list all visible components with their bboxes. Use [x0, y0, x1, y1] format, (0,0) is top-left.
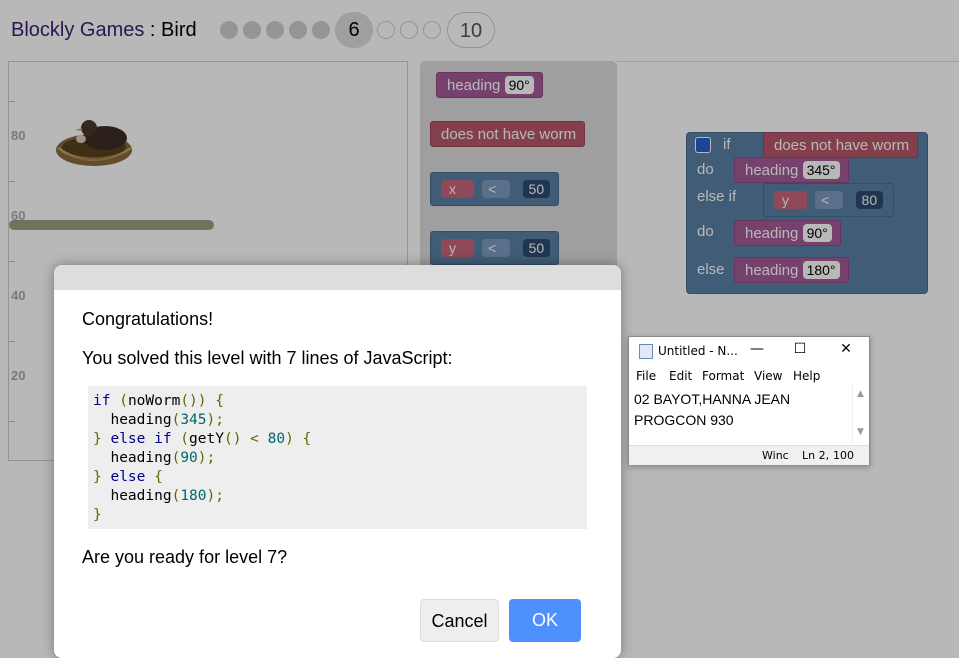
menu-file[interactable]: File — [636, 369, 656, 383]
code-keyword: else — [110, 469, 146, 485]
notepad-title: Untitled - N... — [658, 344, 738, 358]
cancel-button[interactable]: Cancel — [420, 599, 499, 642]
code-function: heading — [110, 412, 172, 428]
minimize-icon[interactable]: — — [747, 341, 767, 357]
status-bar: Winc Ln 2, 100 — [629, 445, 869, 465]
maximize-icon[interactable]: ☐ — [790, 341, 810, 357]
code-function: heading — [110, 450, 172, 466]
menu-edit[interactable]: Edit — [669, 369, 692, 383]
ok-button[interactable]: OK — [509, 599, 581, 642]
code-function: heading — [110, 488, 172, 504]
solved-text: You solved this level with 7 lines of Ja… — [82, 348, 453, 368]
code-line-7: } — [93, 507, 102, 523]
dialog-title-bar[interactable] — [54, 265, 621, 290]
code-listing: if (noWorm()) { heading(345); } else if … — [88, 386, 587, 529]
code-number: 80 — [267, 431, 286, 447]
text-line-2: PROGCON 930 — [634, 412, 734, 428]
status-position: Ln 2, — [802, 449, 830, 462]
code-line-3: } else if (getY() < 80) { — [93, 431, 312, 447]
code-number: 345 — [180, 412, 207, 428]
ready-question: Are you ready for level 7? — [82, 547, 288, 567]
menu-help[interactable]: Help — [793, 369, 820, 383]
notepad-window: Untitled - N... — ☐ ✕ File Edit Format V… — [628, 336, 870, 465]
status-encoding: Winc — [762, 449, 789, 462]
code-line-6: heading(180); — [110, 488, 224, 504]
scroll-down-icon[interactable]: ▼ — [857, 427, 864, 437]
scroll-up-icon[interactable]: ▲ — [857, 389, 864, 399]
code-line-1: if (noWorm()) { — [93, 393, 224, 409]
code-line-2: heading(345); — [110, 412, 224, 428]
code-function: noWorm — [127, 393, 181, 409]
notepad-icon — [639, 344, 653, 359]
code-keyword: if — [93, 393, 111, 409]
close-icon[interactable]: ✕ — [836, 341, 856, 357]
menu-format[interactable]: Format — [702, 369, 744, 383]
code-number: 180 — [180, 488, 207, 504]
code-line-4: heading(90); — [110, 450, 216, 466]
code-number: 90 — [180, 450, 198, 466]
text-line-1: 02 BAYOT,HANNA JEAN — [634, 391, 791, 407]
notepad-text-area[interactable]: 02 BAYOT,HANNA JEAN PROGCON 930 — [634, 389, 790, 431]
congrats-text: Congratulations! — [82, 309, 214, 329]
status-zoom: 100 — [833, 449, 854, 462]
code-keyword: else if — [110, 431, 172, 447]
vertical-scrollbar[interactable]: ▲ ▼ — [852, 385, 869, 443]
code-function: getY — [189, 431, 224, 447]
menu-view[interactable]: View — [754, 369, 782, 383]
congratulations-dialog: Congratulations! You solved this level w… — [54, 265, 621, 658]
code-line-5: } else { — [93, 469, 163, 485]
